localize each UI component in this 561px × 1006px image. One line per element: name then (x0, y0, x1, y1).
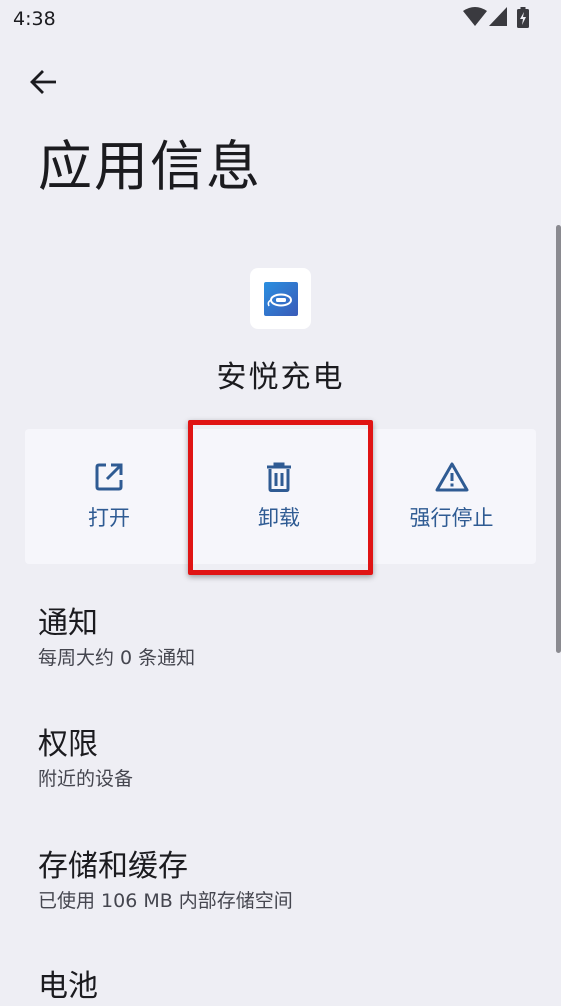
notifications-setting[interactable]: 通知 每周大约 0 条通知 (38, 605, 195, 671)
force-stop-button[interactable]: 强行停止 (367, 429, 536, 564)
app-name: 安悦充电 (216, 360, 345, 395)
warning-icon (435, 462, 468, 491)
open-in-new-icon (95, 463, 123, 490)
status-time: 4:38 (13, 8, 56, 30)
force-stop-label: 强行停止 (409, 505, 494, 530)
back-button[interactable] (22, 62, 64, 102)
app-actions-panel: 打开 卸载 强行停止 (25, 429, 536, 564)
setting-subtitle: 已使用 106 MB 内部存储空间 (38, 890, 293, 912)
scrollbar[interactable] (556, 225, 561, 653)
wifi-icon (463, 7, 487, 26)
permissions-setting[interactable]: 权限 附近的设备 (38, 726, 133, 792)
setting-title: 电池 (38, 969, 98, 1004)
open-label: 打开 (88, 505, 130, 530)
battery-charging-icon (517, 7, 529, 28)
uninstall-label: 卸载 (258, 505, 300, 530)
setting-title: 权限 (38, 727, 98, 762)
setting-title: 通知 (38, 606, 98, 641)
ev-charging-app-icon (263, 281, 298, 316)
status-bar: 4:38 (0, 0, 561, 38)
setting-subtitle: 附近的设备 (38, 768, 134, 790)
setting-subtitle: 每周大约 0 条通知 (38, 647, 196, 669)
uninstall-button[interactable]: 卸载 (191, 429, 367, 564)
battery-setting[interactable]: 电池 (38, 968, 98, 1006)
arrow-back-icon (30, 70, 56, 94)
trash-icon (267, 462, 291, 492)
setting-title: 存储和缓存 (38, 849, 188, 884)
cell-signal-icon (489, 7, 507, 26)
open-button[interactable]: 打开 (25, 429, 193, 564)
storage-cache-setting[interactable]: 存储和缓存 已使用 106 MB 内部存储空间 (38, 848, 293, 914)
page-title: 应用信息 (38, 135, 262, 198)
app-icon (250, 268, 311, 329)
